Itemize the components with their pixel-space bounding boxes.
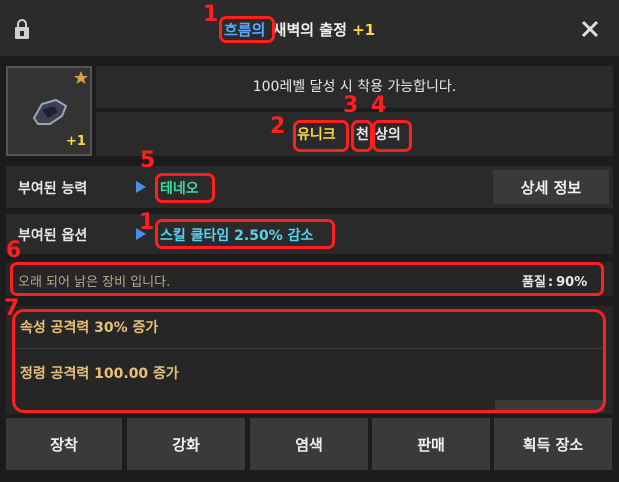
- annotation-number: 6: [6, 238, 22, 263]
- item-title: 흐름의 새벽의 출정 +1: [222, 18, 375, 42]
- annotation-number: 1: [203, 2, 219, 27]
- close-icon[interactable]: [580, 19, 600, 39]
- equip-button[interactable]: 장착: [6, 418, 122, 470]
- annotation-number: 2: [270, 114, 286, 139]
- quality-description: 오래 되어 낡은 장비 입니다.: [18, 275, 171, 290]
- item-slot: 상의: [375, 127, 401, 143]
- ability-label: 부여된 능력: [18, 181, 88, 197]
- annotation-number: 1: [139, 210, 155, 235]
- annotation-number: 4: [371, 93, 387, 118]
- stat-line: 속성 공격력 30% 증가: [20, 320, 159, 336]
- option-label: 부여된 옵션: [18, 228, 88, 244]
- ability-value[interactable]: 테네오: [160, 178, 199, 198]
- item-rarity: 유니크: [297, 127, 336, 143]
- item-material: 천: [356, 127, 369, 143]
- annotation-number: 7: [4, 296, 20, 321]
- ability-arrow-icon: [136, 181, 146, 193]
- quality-display: 품질:90%: [522, 271, 587, 290]
- title-plus: +1: [352, 21, 376, 39]
- option-value: 스킬 쿨타임 2.50% 감소: [160, 228, 314, 244]
- title-prefix: 흐름의: [224, 21, 266, 39]
- enhance-button[interactable]: 강화: [127, 418, 245, 470]
- lock-icon[interactable]: [14, 18, 30, 40]
- scroll-hint[interactable]: [495, 400, 605, 412]
- detail-info-button[interactable]: 상세 정보: [493, 170, 609, 204]
- title-name: 새벽의 출정: [272, 21, 347, 39]
- item-icon-slot[interactable]: +1: [6, 66, 92, 156]
- stat-row-divider: [14, 348, 604, 349]
- type-row: [96, 112, 613, 156]
- item-image: [28, 92, 72, 132]
- annotation-number: 3: [343, 93, 359, 118]
- dye-button[interactable]: 염색: [250, 418, 368, 470]
- star-icon: [74, 70, 88, 84]
- item-plus-badge: +1: [66, 134, 86, 149]
- sell-button[interactable]: 판매: [372, 418, 490, 470]
- quality-value: 90%: [556, 275, 588, 290]
- annotation-number: 5: [140, 148, 156, 173]
- stat-line: 정령 공격력 100.00 증가: [20, 366, 179, 382]
- quality-label: 품질: [522, 275, 546, 290]
- acquisition-location-button[interactable]: 획득 장소: [494, 418, 612, 470]
- quality-separator: :: [547, 275, 554, 290]
